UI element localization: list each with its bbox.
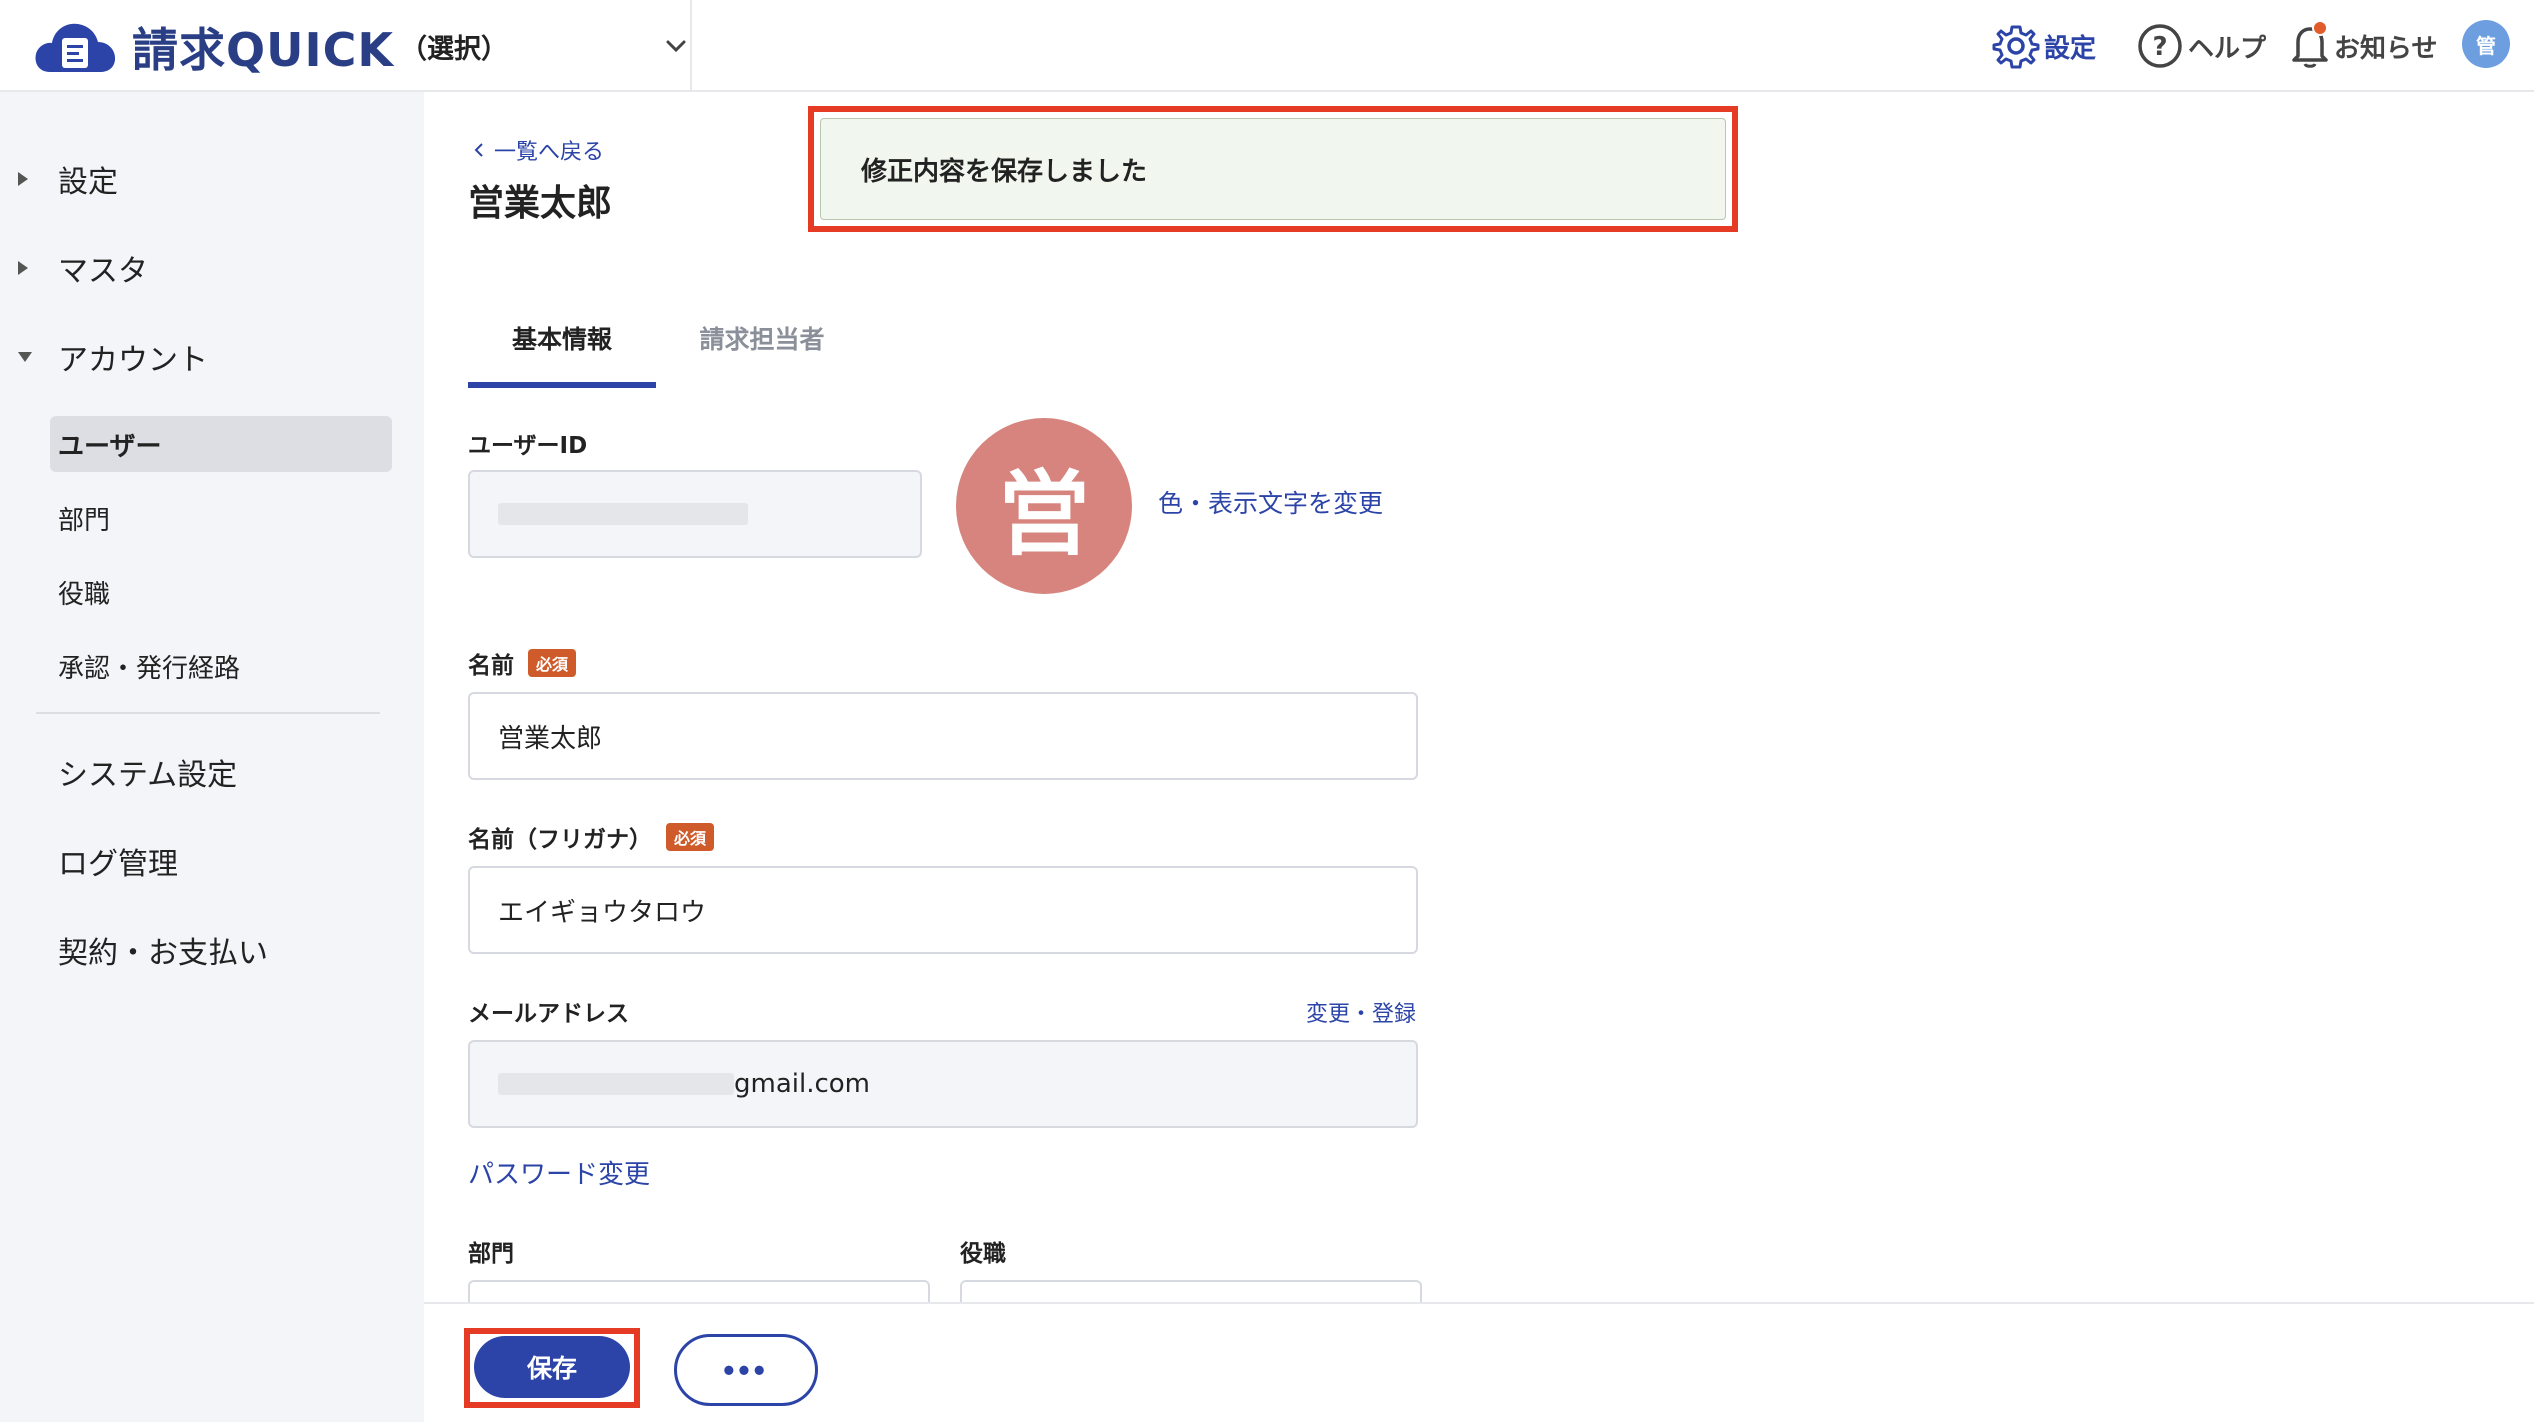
help-label: ヘルプ: [2188, 33, 2267, 64]
gear-icon: [1992, 25, 2040, 69]
expand-arrow-icon: [18, 172, 28, 186]
chevron-left-icon: [474, 143, 483, 157]
sidebar-item-master[interactable]: マスタ: [0, 233, 424, 303]
sidebar-item-label: 契約・お支払い: [58, 936, 268, 971]
sidebar-item-settings[interactable]: 設定: [0, 144, 424, 214]
chevron-down-icon: [666, 40, 686, 53]
app-header: 請求QUICK （選択） 設定 ? ヘルプ お知らせ 管: [0, 0, 2534, 92]
page-title: 営業太郎: [468, 183, 613, 224]
sidebar-item-label: システム設定: [58, 758, 238, 793]
sidebar-item-users[interactable]: ユーザー: [50, 416, 392, 472]
email-field: gmail.com: [468, 1040, 1418, 1128]
settings-button[interactable]: 設定: [1992, 18, 2096, 74]
user-id-label: ユーザーID: [468, 433, 588, 459]
tab-billing-contact[interactable]: 請求担当者: [668, 292, 856, 384]
sidebar-item-label: ユーザー: [58, 431, 162, 462]
active-tab-indicator: [468, 382, 656, 388]
organization-select-value: （選択）: [400, 33, 508, 65]
collapse-arrow-icon: [18, 352, 32, 362]
notice-button[interactable]: お知らせ: [2290, 18, 2437, 74]
settings-label: 設定: [2044, 33, 2097, 64]
sidebar-item-label: アカウント: [58, 343, 208, 378]
required-badge: 必須: [666, 823, 715, 851]
sidebar-item-label: 設定: [58, 165, 118, 200]
user-avatar-large: 営: [956, 418, 1132, 594]
email-domain: gmail.com: [734, 1069, 871, 1099]
sidebar-item-departments[interactable]: 部門: [50, 490, 392, 546]
back-link-label: 一覧へ戻る: [494, 140, 605, 165]
sidebar-item-label: 部門: [58, 505, 111, 536]
sidebar-item-system-settings[interactable]: システム設定: [0, 737, 424, 807]
sidebar-item-contract-payment[interactable]: 契約・お支払い: [0, 915, 424, 985]
sidebar-divider: [36, 712, 380, 714]
change-avatar-link[interactable]: 色・表示文字を変更: [1158, 484, 1383, 520]
email-change-link[interactable]: 変更・登録: [1306, 996, 1416, 1028]
department-label: 部門: [468, 1241, 514, 1267]
notice-label: お知らせ: [2334, 33, 2438, 64]
kana-input[interactable]: エイギョウタロウ: [468, 866, 1418, 954]
kana-label-text: 名前（フリガナ）: [468, 827, 652, 853]
password-change-link[interactable]: パスワード変更: [468, 1154, 650, 1191]
name-input-value: 営業太郎: [498, 723, 603, 754]
sidebar-item-label: マスタ: [58, 254, 148, 289]
organization-select[interactable]: （選択）: [400, 18, 690, 74]
notification-badge: [2312, 20, 2328, 36]
user-id-field: [468, 470, 922, 558]
kana-input-value: エイギョウタロウ: [498, 897, 707, 928]
sidebar-item-approval-routes[interactable]: 承認・発行経路: [50, 638, 392, 694]
sidebar-item-positions[interactable]: 役職: [50, 564, 392, 620]
kana-label: 名前（フリガナ） 必須: [468, 820, 715, 854]
sidebar-item-log-management[interactable]: ログ管理: [0, 826, 424, 896]
name-label: 名前 必須: [468, 646, 577, 680]
brand-name: 請求QUICK: [132, 23, 394, 77]
name-input[interactable]: 営業太郎: [468, 692, 1418, 780]
sidebar-item-account[interactable]: アカウント: [0, 322, 424, 392]
name-label-text: 名前: [468, 653, 514, 679]
toast-highlight: 修正内容を保存しました: [808, 106, 1738, 232]
more-actions-button[interactable]: •••: [674, 1334, 818, 1406]
save-button[interactable]: 保存: [474, 1336, 630, 1398]
required-badge: 必須: [528, 649, 577, 677]
email-label: メールアドレス: [468, 1001, 629, 1027]
brand-logo[interactable]: 請求QUICK: [32, 14, 394, 80]
header-divider: [690, 0, 692, 92]
sidebar-item-label: 承認・発行経路: [58, 653, 241, 684]
main-content: 一覧へ戻る 営業太郎 修正内容を保存しました 基本情報 請求担当者 ユーザーID…: [424, 92, 2534, 1320]
more-icon: •••: [723, 1351, 769, 1388]
expand-arrow-icon: [18, 261, 28, 275]
sidebar-item-label: ログ管理: [58, 847, 178, 882]
help-button[interactable]: ? ヘルプ: [2136, 18, 2266, 74]
position-label: 役職: [960, 1241, 1006, 1267]
user-avatar[interactable]: 管: [2462, 20, 2510, 68]
help-icon: ?: [2138, 24, 2182, 68]
back-to-list-link[interactable]: 一覧へ戻る: [470, 134, 604, 166]
tab-basic-info[interactable]: 基本情報: [468, 292, 656, 384]
action-footer: 保存 •••: [424, 1302, 2534, 1422]
redacted-user-id: [498, 503, 748, 525]
sidebar: 設定 マスタ アカウント ユーザー 部門 役職 承認・発行経路 システム設定 ロ…: [0, 92, 424, 1422]
cloud-document-icon: [35, 23, 116, 72]
svg-text:?: ?: [2152, 32, 2167, 62]
sidebar-item-label: 役職: [58, 579, 111, 610]
redacted-email: [498, 1073, 734, 1095]
success-toast: 修正内容を保存しました: [820, 118, 1726, 220]
